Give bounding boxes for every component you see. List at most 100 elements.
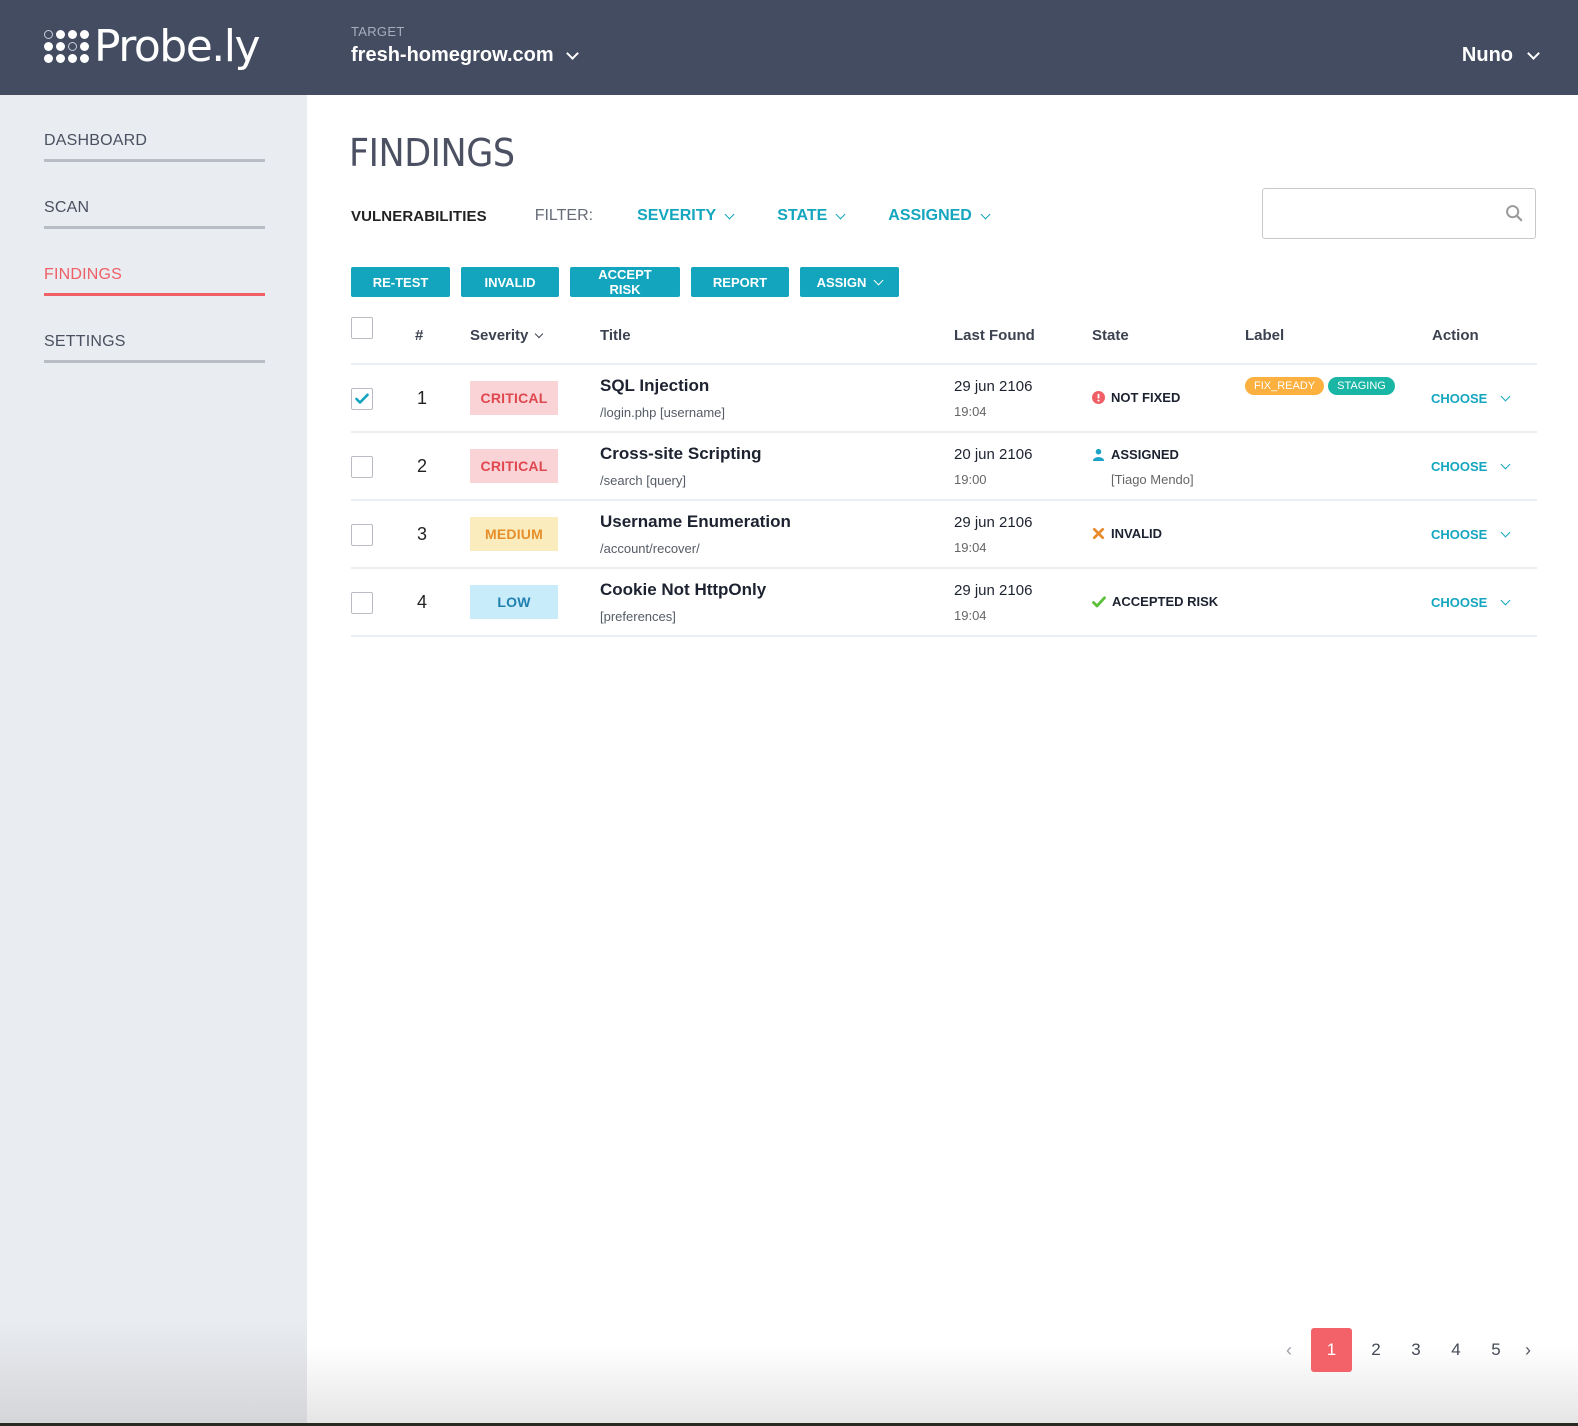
- row-checkbox[interactable]: [351, 456, 373, 478]
- page-title: FINDINGS: [349, 131, 515, 175]
- last-found-date: 29 jun 2106: [954, 378, 1033, 395]
- invalid-button[interactable]: INVALID: [461, 267, 559, 297]
- table-row[interactable]: 4 LOW Cookie Not HttpOnly [preferences] 29 j…: [351, 569, 1537, 637]
- filter-assigned-dropdown[interactable]: ASSIGNED: [888, 207, 991, 225]
- prev-page-button[interactable]: ‹: [1277, 1340, 1301, 1361]
- finding-title[interactable]: Cookie Not HttpOnly: [600, 580, 766, 600]
- page-1-button[interactable]: 1: [1311, 1328, 1352, 1372]
- finding-title-cell[interactable]: SQL Injection/login.php [username]: [600, 376, 725, 420]
- label-tag[interactable]: STAGING: [1328, 377, 1395, 395]
- last-found-cell: 29 jun 2106 19:04: [954, 582, 1032, 623]
- state-text: NOT FIXED: [1111, 390, 1181, 405]
- accept-risk-button[interactable]: ACCEPT RISK: [570, 267, 680, 297]
- finding-title[interactable]: SQL Injection: [600, 376, 725, 396]
- brand-name: Probe.ly: [94, 21, 261, 72]
- state-text: ACCEPTED RISK: [1112, 594, 1219, 609]
- brand-logo[interactable]: Probe.ly: [44, 21, 261, 72]
- sidebar-item-label: SETTINGS: [44, 333, 126, 350]
- search-box: [1262, 188, 1536, 239]
- assign-button[interactable]: ASSIGN: [800, 267, 899, 297]
- column-severity-sort[interactable]: Severity: [470, 327, 544, 344]
- chevron-down-icon: [724, 209, 735, 219]
- finding-number: 4: [417, 592, 428, 612]
- chevron-down-icon: [1527, 46, 1540, 60]
- chevron-down-icon: [1500, 459, 1511, 470]
- last-found-cell: 29 jun 2106 19:04: [954, 514, 1032, 555]
- finding-path: /login.php [username]: [600, 405, 726, 420]
- page-4-button[interactable]: 4: [1436, 1328, 1476, 1372]
- chevron-down-icon: [1500, 595, 1511, 606]
- user-menu[interactable]: Nuno: [1462, 44, 1540, 67]
- choose-label: CHOOSE: [1431, 459, 1488, 474]
- sidebar-item-dashboard[interactable]: DASHBOARD: [44, 95, 265, 162]
- page-3-button[interactable]: 3: [1396, 1328, 1436, 1372]
- state-cell: INVALID: [1092, 526, 1162, 541]
- target-selector: TARGET fresh-homegrow.com: [351, 24, 579, 67]
- report-button[interactable]: REPORT: [691, 267, 789, 297]
- choose-action-dropdown[interactable]: CHOOSE: [1431, 459, 1511, 474]
- finding-path: [preferences]: [600, 609, 676, 624]
- row-checkbox[interactable]: [351, 388, 373, 410]
- table-row[interactable]: 1 CRITICAL SQL Injection/login.php [userna…: [351, 365, 1537, 433]
- label-tag[interactable]: FIX_READY: [1245, 377, 1325, 395]
- chevron-down-icon: [873, 275, 884, 285]
- finding-number: 3: [417, 524, 428, 544]
- state-text: INVALID: [1111, 526, 1163, 541]
- last-found-time: 19:04: [954, 608, 987, 623]
- finding-title[interactable]: Username Enumeration: [600, 512, 791, 532]
- tab-vulnerabilities[interactable]: VULNERABILITIES: [351, 208, 487, 225]
- search-input[interactable]: [1263, 189, 1535, 238]
- select-all-checkbox[interactable]: [351, 317, 373, 339]
- column-label: Label: [1245, 327, 1285, 344]
- last-found-cell: 20 jun 2106 19:00: [954, 446, 1032, 487]
- report-label: REPORT: [712, 274, 768, 290]
- sort-chevron-icon: [535, 329, 544, 338]
- state-cell: ASSIGNED [Tiago Mendo]: [1092, 447, 1194, 487]
- retest-button[interactable]: RE-TEST: [351, 267, 450, 297]
- choose-action-dropdown[interactable]: CHOOSE: [1431, 527, 1511, 542]
- finding-title[interactable]: Cross-site Scripting: [600, 444, 762, 464]
- exclamation-circle-icon: [1092, 391, 1105, 404]
- pagination: ‹ 1 2 3 4 5 ›: [1277, 1328, 1540, 1372]
- row-checkbox[interactable]: [351, 524, 373, 546]
- checkmark-icon: [355, 393, 369, 404]
- page-5-button[interactable]: 5: [1476, 1328, 1516, 1372]
- finding-title-cell[interactable]: Cookie Not HttpOnly [preferences]: [600, 580, 766, 624]
- invalid-label: INVALID: [484, 274, 536, 290]
- finding-path: /search [query]: [600, 473, 686, 488]
- page-2-button[interactable]: 2: [1356, 1328, 1396, 1372]
- chevron-down-icon: [1500, 391, 1511, 402]
- sidebar-item-findings[interactable]: FINDINGS: [44, 229, 265, 296]
- chevron-down-icon: [835, 209, 846, 219]
- sidebar: DASHBOARD SCAN FINDINGS SETTINGS: [0, 95, 307, 1426]
- sidebar-item-label: DASHBOARD: [44, 132, 148, 149]
- state-cell: NOT FIXED: [1092, 390, 1180, 405]
- filter-severity-dropdown[interactable]: SEVERITY: [637, 207, 735, 225]
- table-row[interactable]: 2 CRITICAL Cross-site Scripting/search [qu…: [351, 433, 1537, 501]
- finding-title-cell[interactable]: Username Enumeration/account/recover/: [600, 512, 791, 556]
- choose-label: CHOOSE: [1431, 391, 1488, 406]
- sidebar-item-settings[interactable]: SETTINGS: [44, 296, 265, 363]
- filter-state-dropdown[interactable]: STATE: [777, 207, 846, 225]
- last-found-cell: 29 jun 2106 19:04: [954, 378, 1032, 419]
- column-last-found: Last Found: [954, 327, 1035, 344]
- sidebar-item-scan[interactable]: SCAN: [44, 162, 265, 229]
- choose-action-dropdown[interactable]: CHOOSE: [1431, 595, 1511, 610]
- next-page-button[interactable]: ›: [1516, 1340, 1540, 1361]
- bulk-actions: RE-TEST INVALID ACCEPT RISK REPORT ASSIG…: [351, 267, 899, 297]
- choose-action-dropdown[interactable]: CHOOSE: [1431, 391, 1511, 406]
- assign-label: ASSIGN: [816, 274, 867, 290]
- search-icon[interactable]: [1505, 204, 1523, 222]
- target-dropdown[interactable]: fresh-homegrow.com: [351, 44, 579, 67]
- top-bar: Probe.ly TARGET fresh-homegrow.com Nuno: [0, 0, 1578, 95]
- row-checkbox[interactable]: [351, 592, 373, 614]
- column-title: Title: [600, 327, 631, 344]
- filter-assigned-label: ASSIGNED: [888, 207, 972, 224]
- table-row[interactable]: 3 MEDIUM Username Enumeration/account/reco…: [351, 501, 1537, 569]
- severity-badge: CRITICAL: [470, 449, 558, 483]
- finding-title-cell[interactable]: Cross-site Scripting/search [query]: [600, 444, 762, 488]
- column-action: Action: [1432, 327, 1479, 344]
- column-severity-label: Severity: [470, 327, 529, 344]
- column-state: State: [1092, 327, 1129, 344]
- filter-severity-label: SEVERITY: [637, 207, 717, 224]
